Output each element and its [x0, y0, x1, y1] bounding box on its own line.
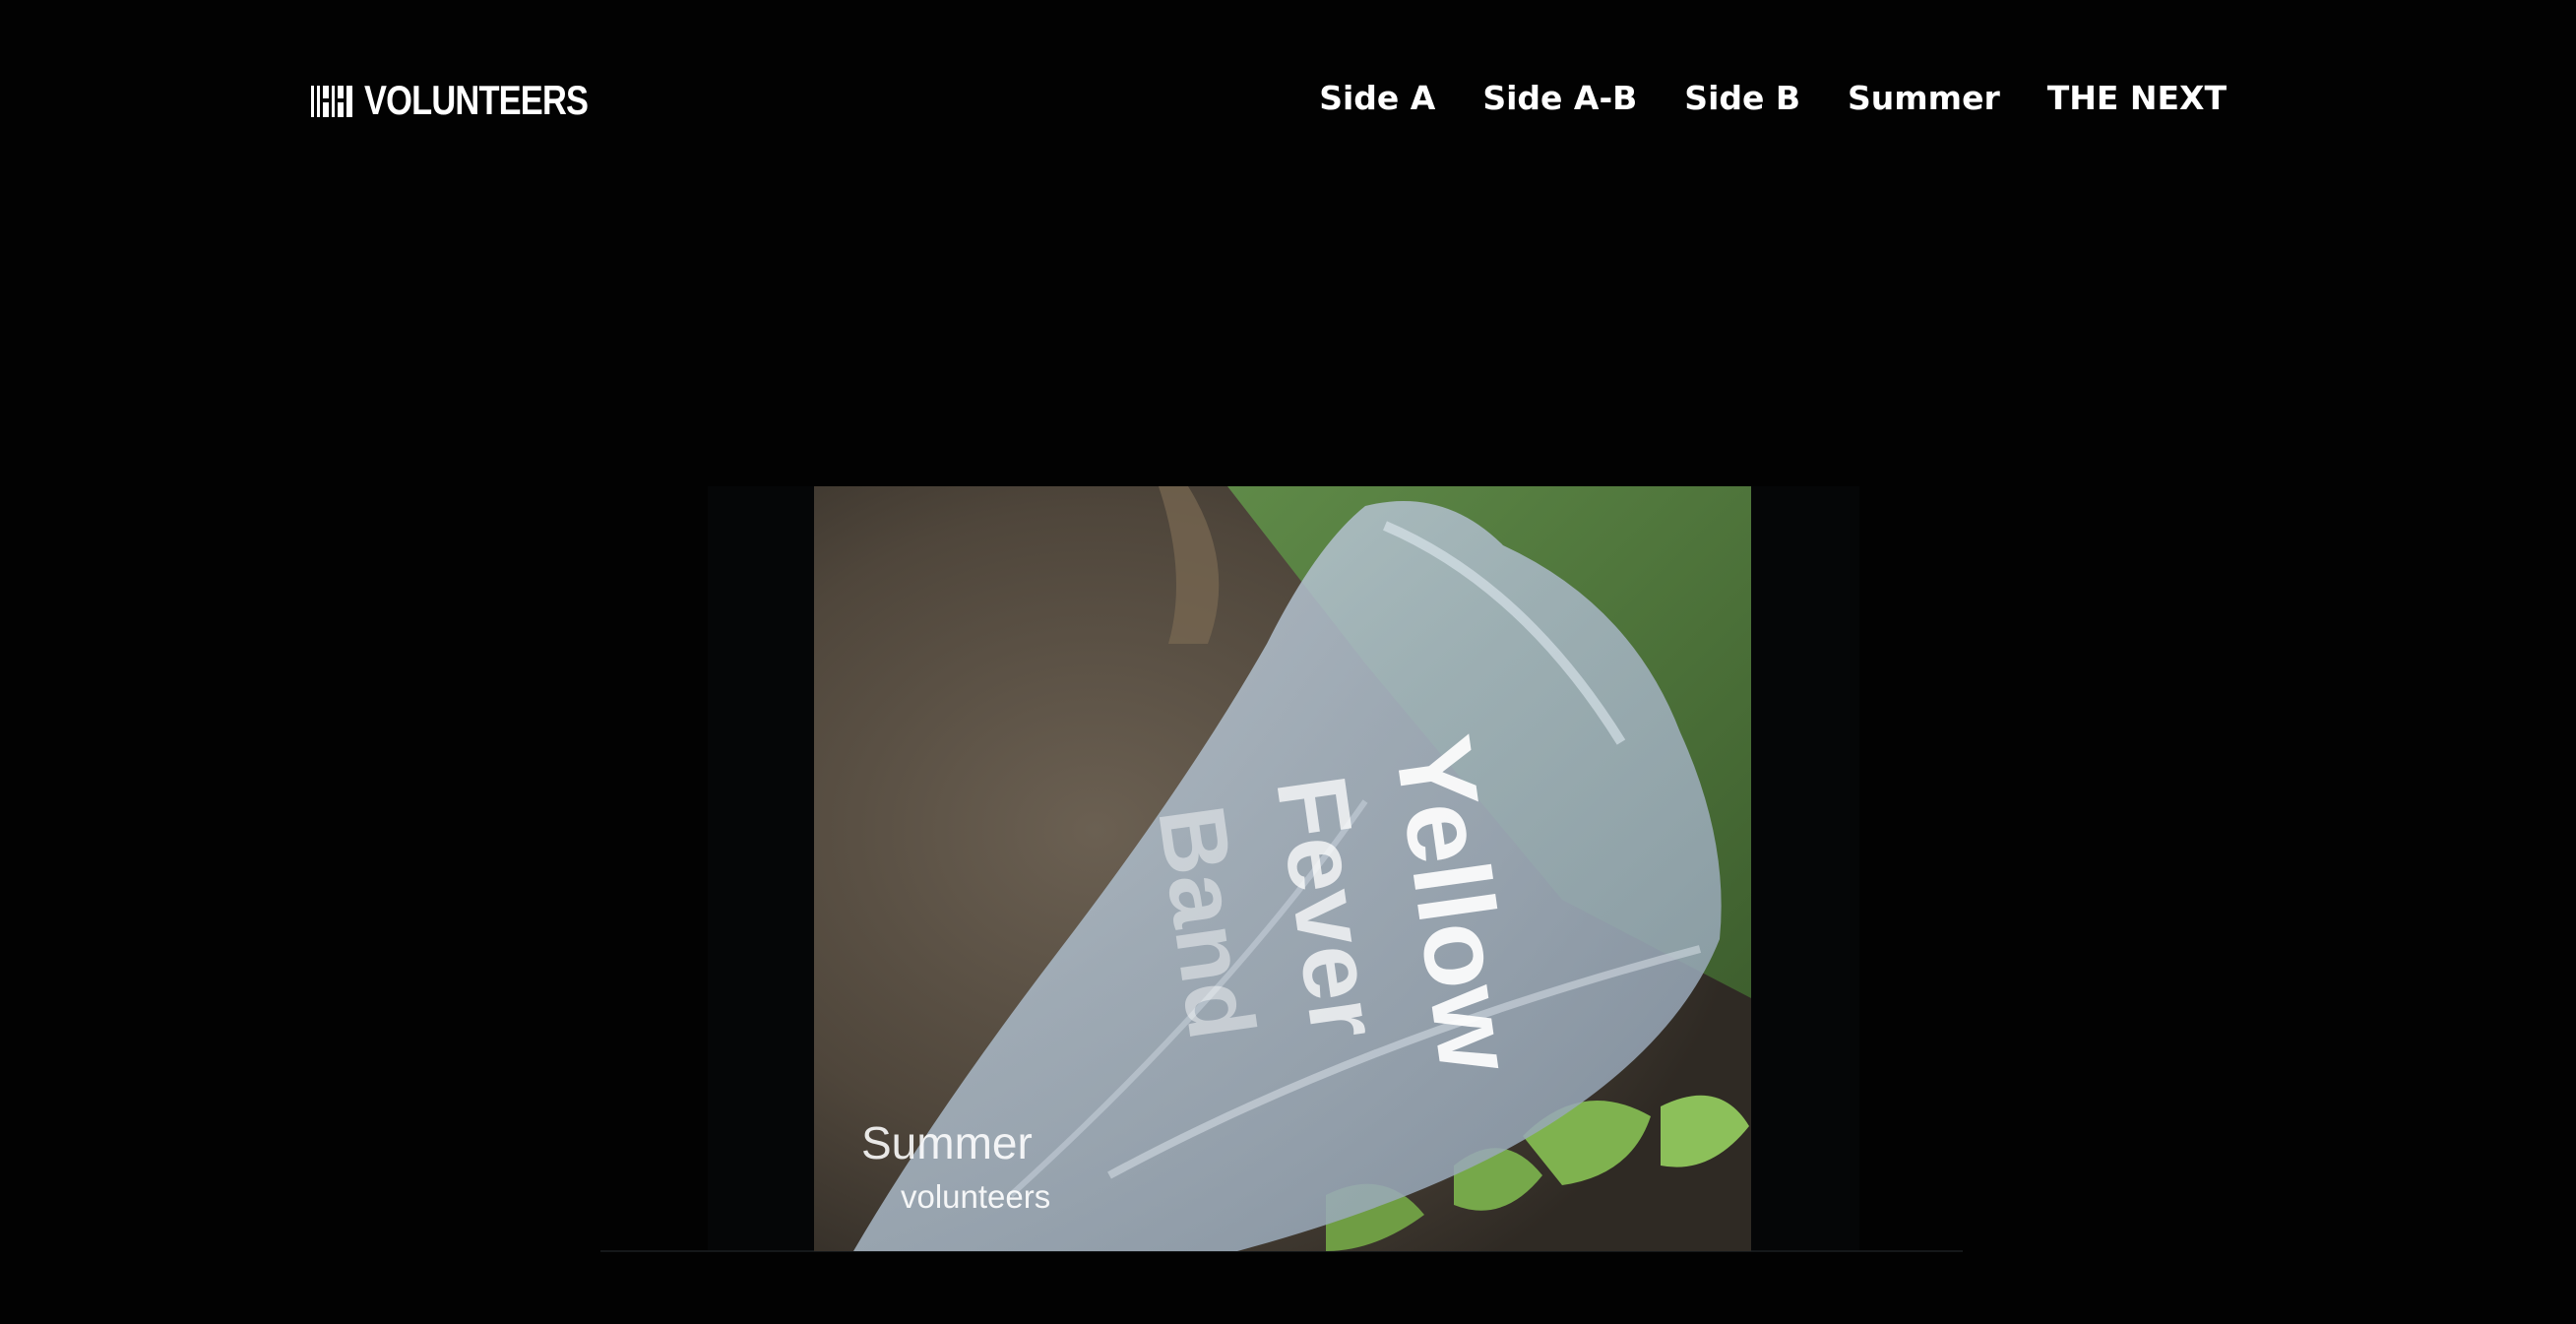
page: VOLUNTEERS Side A Side A-B Side B Summer…	[0, 0, 2576, 1324]
site-logo[interactable]: VOLUNTEERS	[311, 79, 637, 122]
main-nav: Side A Side A-B Side B Summer THE NEXT	[1319, 73, 2227, 124]
nav-item-side-a[interactable]: Side A	[1319, 73, 1435, 124]
nav-item-side-a-b[interactable]: Side A-B	[1482, 73, 1637, 124]
barcode-logo-icon	[311, 86, 352, 117]
nav-item-summer[interactable]: Summer	[1848, 73, 2000, 124]
video-caption-title: Summer	[861, 1117, 1033, 1168]
video-frame-image[interactable]: Yellow Fever Band Summer volunteers	[814, 486, 1751, 1251]
nav-item-the-next[interactable]: THE NEXT	[2047, 73, 2227, 124]
video-caption-subtitle: volunteers	[901, 1178, 1051, 1215]
nav-item-side-b[interactable]: Side B	[1684, 73, 1800, 124]
logo-text: VOLUNTEERS	[364, 77, 589, 123]
